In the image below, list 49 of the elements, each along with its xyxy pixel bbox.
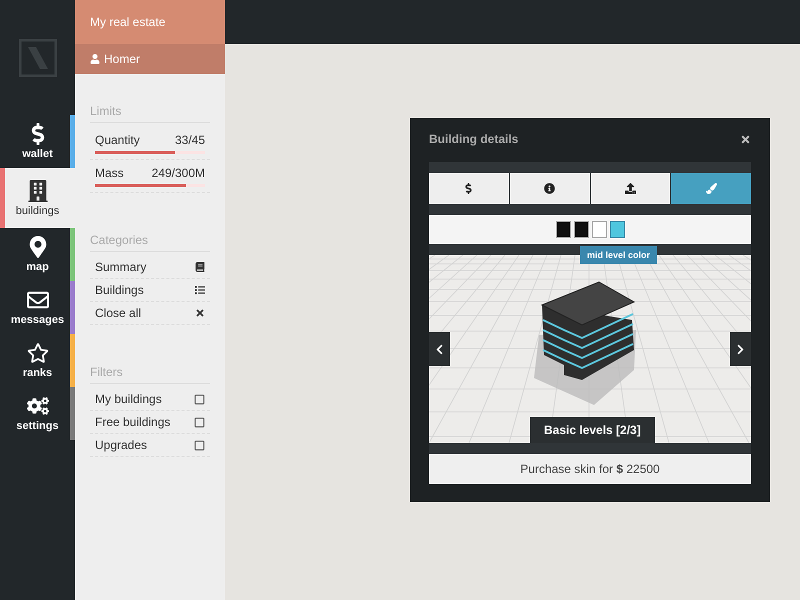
gears-icon (26, 395, 48, 417)
panel-title: My real estate (75, 0, 225, 44)
category-item[interactable]: Close all (90, 302, 210, 325)
tooltip: mid level color (580, 246, 658, 264)
tab[interactable] (590, 173, 670, 204)
dialog-title: Building details (429, 132, 518, 146)
skin-label: Basic levels [2/3] (530, 417, 655, 443)
logo-icon (18, 38, 56, 76)
category-item[interactable]: Summary (90, 256, 210, 279)
color-swatch[interactable] (574, 221, 588, 238)
map-pin-icon (26, 236, 48, 258)
purchase-button[interactable]: Purchase skin for $ 22500 (429, 454, 751, 484)
info-icon (544, 183, 556, 194)
list-icon (195, 285, 205, 295)
chevron-right-icon (735, 344, 746, 354)
next-button[interactable] (730, 332, 751, 366)
category-item[interactable]: Buildings (90, 279, 210, 302)
section-heading: Limits (90, 104, 210, 123)
limit-value: 33/45 (174, 133, 205, 147)
star-icon (26, 342, 48, 364)
nav-item[interactable]: buildings (0, 168, 75, 228)
limit-value: 249/300M (152, 166, 205, 180)
checkbox[interactable] (194, 416, 205, 428)
checkbox[interactable] (194, 394, 205, 404)
user-name: Homer (75, 44, 225, 74)
close-button[interactable] (740, 134, 751, 144)
dollar-icon (463, 183, 474, 194)
filter-item[interactable]: Free buildings (90, 411, 210, 434)
section-heading: Categories (90, 233, 210, 252)
checkbox[interactable] (194, 440, 205, 450)
filter-item[interactable]: My buildings (90, 388, 210, 411)
previous-button[interactable] (429, 332, 450, 366)
upload-icon (624, 183, 636, 194)
limit-label: Quantity (95, 133, 140, 147)
building-icon (26, 180, 48, 202)
color-swatch[interactable] (610, 221, 624, 238)
section-heading: Filters (90, 365, 210, 384)
chevron-left-icon (434, 344, 445, 354)
limit-label: Mass (95, 166, 124, 180)
book-icon (195, 262, 205, 272)
close-icon (740, 134, 751, 144)
tab[interactable] (510, 173, 590, 204)
color-swatch[interactable] (556, 221, 570, 238)
color-swatch[interactable] (592, 221, 606, 238)
user-icon (90, 54, 100, 64)
close-icon (195, 308, 205, 318)
filter-item[interactable]: Upgrades (90, 434, 210, 457)
envelope-icon (26, 289, 48, 311)
paintbrush-icon (706, 183, 717, 194)
